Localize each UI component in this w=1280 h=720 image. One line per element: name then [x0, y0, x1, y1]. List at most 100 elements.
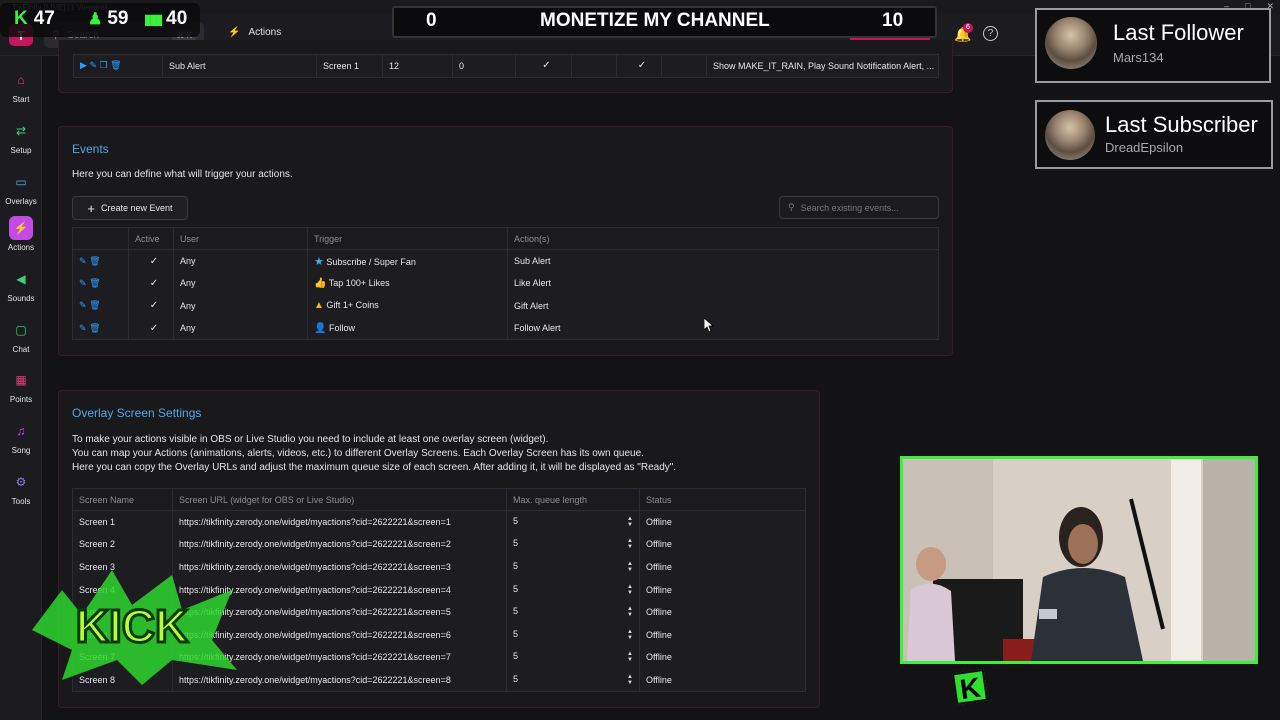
search-icon: ⚲ — [788, 202, 795, 212]
table-header: Active User Trigger Action(s) — [72, 227, 939, 250]
column-header: User — [173, 227, 308, 250]
event-action: Gift Alert — [514, 300, 549, 311]
trash-icon[interactable]: 🗑 — [110, 60, 121, 70]
sidebar-item-label: Chat — [12, 345, 30, 354]
stepper-icon[interactable]: ▲ ▼ — [627, 674, 633, 686]
sidebar-item-sounds[interactable]: ◀ Sounds — [0, 267, 42, 303]
goal-right-score: 10 — [882, 10, 904, 31]
event-search-input[interactable]: ⚲ Search existing events... — [779, 196, 939, 219]
stepper-icon[interactable]: ▲ ▼ — [627, 516, 633, 528]
edit-icon[interactable]: ✎ — [79, 278, 87, 288]
sidebar-item-actions[interactable]: ⚡ Actions — [0, 216, 42, 252]
header-actions-link[interactable]: ⚡ Actions — [228, 27, 281, 38]
table-row[interactable]: ✎ 🗑 ✓ Any ▲ Gift 1+ Coins Gift Alert — [72, 294, 939, 318]
sidebar-item-chat[interactable]: ▢ Chat — [0, 318, 42, 354]
screen-name: Screen 1 — [72, 510, 173, 534]
table-row[interactable]: ▶ ✎ ❐ 🗑 Sub Alert Screen 1 12 0 ✓ ✓ Show… — [73, 54, 939, 78]
column-header: Screen URL (widget for OBS or Live Studi… — [172, 488, 507, 511]
trigger-label: Subscribe / Super Fan — [326, 256, 416, 267]
checkbox-icon[interactable]: ✓ — [515, 54, 572, 78]
queue-length-input[interactable]: 5 ▲ ▼ — [506, 510, 640, 534]
empty-cell — [661, 54, 707, 78]
setup-icon: ⇄ — [15, 124, 27, 138]
checkbox-icon[interactable]: ✓ — [616, 54, 662, 78]
last-follower-widget: Last Follower Mars134 — [1035, 8, 1271, 83]
queue-length-input[interactable]: 5 ▲ ▼ — [506, 555, 640, 579]
trash-icon[interactable]: 🗑 — [89, 256, 100, 266]
sidebar-item-start[interactable]: ⌂ Start — [0, 68, 42, 104]
event-user: Any — [173, 272, 308, 295]
event-user: Any — [173, 294, 308, 318]
screen-url-link[interactable]: https://tikfinity.zerody.one/widget/myac… — [172, 533, 507, 556]
table-header: Screen Name Screen URL (widget for OBS o… — [72, 488, 806, 511]
table-row[interactable]: ✎ 🗑 ✓ Any 👤 Follow Follow Alert — [72, 317, 939, 340]
queue-length-input[interactable]: 5 ▲ ▼ — [506, 668, 640, 692]
trash-icon[interactable]: 🗑 — [89, 278, 100, 288]
screen-url-link[interactable]: https://tikfinity.zerody.one/widget/myac… — [172, 510, 507, 534]
sidebar-item-tools[interactable]: ⚙ Tools — [0, 470, 42, 506]
queue-length-input[interactable]: 5 ▲ ▼ — [506, 623, 640, 647]
event-trigger: ▲ Gift 1+ Coins — [307, 294, 508, 318]
thumbs-up-icon: 👍 — [314, 277, 327, 289]
play-icon[interactable]: ▶ — [80, 60, 87, 70]
trash-icon[interactable]: 🗑 — [89, 323, 100, 333]
table-row[interactable]: ✎ 🗑 ✓ Any ★ Subscribe / Super Fan Sub Al… — [72, 249, 939, 273]
overlay-title: Overlay Screen Settings — [72, 406, 202, 420]
sidebar-item-song[interactable]: ♫ Song — [0, 419, 42, 455]
edit-icon[interactable]: ✎ — [79, 300, 87, 310]
checkbox-icon[interactable]: ✓ — [128, 272, 174, 295]
table-row[interactable]: Screen 2 https://tikfinity.zerody.one/wid… — [72, 533, 806, 556]
queue-length-value: 5 — [513, 673, 519, 684]
stepper-icon[interactable]: ▲ ▼ — [627, 538, 633, 550]
status-badge: Offline — [646, 674, 672, 685]
checkbox-icon[interactable]: ✓ — [128, 294, 174, 318]
sidebar-item-points[interactable]: ▦ Points — [0, 368, 42, 404]
stepper-icon[interactable]: ▲ ▼ — [627, 561, 633, 573]
stepper-icon[interactable]: ▲ ▼ — [627, 629, 633, 641]
queue-length-input[interactable]: 5 ▲ ▼ — [506, 600, 640, 624]
help-icon[interactable]: ? — [983, 26, 998, 41]
queue-length-input[interactable]: 5 ▲ ▼ — [506, 578, 640, 601]
table-row[interactable]: Screen 1 https://tikfinity.zerody.one/wid… — [72, 510, 806, 534]
events-description: Here you can define what will trigger yo… — [72, 169, 293, 180]
stepper-icon[interactable]: ▲ ▼ — [627, 584, 633, 596]
points-icon: ▦ — [15, 373, 27, 387]
overlay-description-2: You can map your Actions (animations, al… — [72, 448, 644, 459]
queue-length-value: 5 — [513, 606, 519, 617]
action-duration: 12 — [382, 54, 453, 78]
kick-logo-icon: K — [951, 668, 989, 705]
stepper-icon[interactable]: ▲ ▼ — [627, 651, 633, 663]
sidebar-item-label: Actions — [7, 243, 35, 252]
event-action: Sub Alert — [514, 256, 551, 267]
sidebar-item-setup[interactable]: ⇄ Setup — [0, 119, 42, 155]
copy-icon[interactable]: ❐ — [100, 60, 108, 70]
column-header: Screen Name — [72, 488, 173, 511]
create-event-button[interactable]: + Create new Event — [72, 196, 188, 220]
bolt-icon: ⚡ — [228, 27, 241, 38]
checkbox-icon[interactable]: ✓ — [128, 249, 174, 273]
stepper-icon[interactable]: ▲ ▼ — [627, 606, 633, 618]
table-row[interactable]: ✎ 🗑 ✓ Any 👍 Tap 100+ Likes Like Alert — [72, 272, 939, 295]
edit-icon[interactable]: ✎ — [79, 323, 87, 333]
edit-icon[interactable]: ✎ — [79, 256, 87, 266]
empty-cell — [571, 54, 617, 78]
queue-length-input[interactable]: 5 ▲ ▼ — [506, 646, 640, 669]
sidebar-item-label: Start — [12, 95, 30, 104]
notification-badge: 6 — [963, 23, 973, 33]
bars-count-value: 40 — [166, 8, 188, 29]
edit-icon[interactable]: ✎ — [89, 60, 97, 70]
sidebar-item-overlays[interactable]: ▭ Overlays — [0, 170, 42, 206]
status-badge: Offline — [646, 517, 672, 528]
signal-bars-icon: ▮▮▮ — [144, 10, 163, 27]
queue-length-input[interactable]: 5 ▲ ▼ — [506, 533, 640, 556]
checkbox-icon[interactable]: ✓ — [128, 317, 174, 340]
action-screen: Screen 1 — [316, 54, 383, 78]
queue-length-value: 5 — [513, 583, 519, 594]
header-actions-label: Actions — [248, 27, 282, 38]
trigger-label: Tap 100+ Likes — [328, 277, 390, 288]
user-plus-icon: 👤 — [314, 322, 327, 334]
trash-icon[interactable]: 🗑 — [89, 300, 100, 310]
sidebar-item-label: Song — [11, 446, 31, 455]
status-badge: Offline — [646, 584, 672, 595]
events-title: Events — [72, 142, 109, 156]
